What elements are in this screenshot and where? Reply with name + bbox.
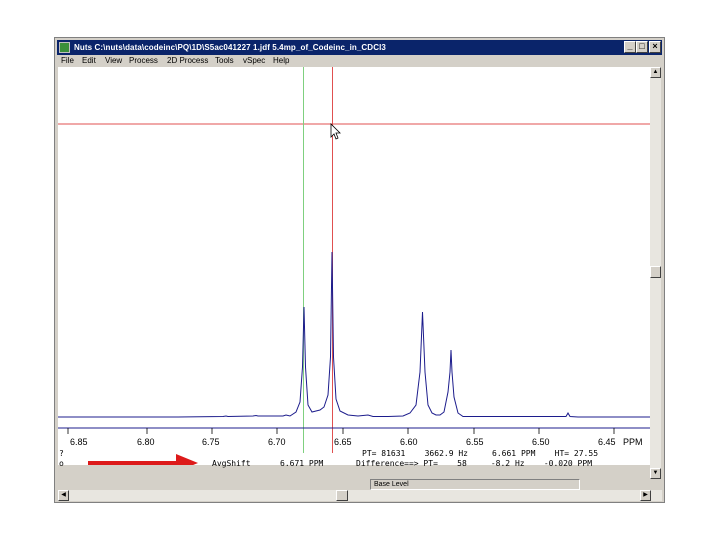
axis-tick-marks (67, 428, 615, 434)
axis-tick-label: 6.65 (334, 437, 352, 447)
scroll-up-arrow-icon[interactable]: ▲ (650, 67, 661, 78)
avg-shift-value: 6.671 PPM (280, 459, 324, 468)
scroll-right-arrow-icon[interactable]: ▶ (640, 490, 651, 501)
vertical-scroll-thumb[interactable] (650, 266, 661, 278)
menu-file[interactable]: File (61, 56, 74, 65)
axis-tick-label: 6.50 (532, 437, 550, 447)
axis-tick-label: 6.60 (400, 437, 418, 447)
maximize-button[interactable]: □ (636, 41, 648, 53)
avg-shift-label: AvgShift (212, 459, 251, 468)
menu-vspec[interactable]: vSpec (243, 56, 265, 65)
title-bar[interactable]: Nuts C:\nuts\data\codeinc\PQ\1D\S5ac0412… (57, 40, 662, 55)
horizontal-scrollbar[interactable]: ◀ ▶ (58, 490, 662, 501)
red-arrow-head (176, 454, 198, 472)
difference-readout: Difference==> PT= 58 -8.2 Hz -0.020 PPM (356, 459, 593, 468)
axis-tick-label: 6.45 (598, 437, 616, 447)
vertical-scrollbar[interactable]: ▲ ▼ (650, 67, 661, 479)
axis-tick-label: 6.70 (268, 437, 286, 447)
app-icon[interactable] (59, 42, 70, 53)
cursor-point-readout: PT= 81631 3662.9 Hz 6.661 PPM HT= 27.55 (362, 449, 599, 458)
menu-tools[interactable]: Tools (215, 56, 234, 65)
spectrum-plot-area[interactable]: 6.85 6.80 6.75 6.70 6.65 6.60 6.55 6.50 … (58, 67, 650, 472)
axis-tick-label: 6.85 (70, 437, 88, 447)
menu-2d-process[interactable]: 2D Process (167, 56, 208, 65)
axis-tick-label: 6.75 (202, 437, 220, 447)
menu-view[interactable]: View (105, 56, 122, 65)
minimize-button[interactable]: _ (624, 41, 636, 53)
spectrum-svg[interactable] (58, 67, 650, 472)
menu-process[interactable]: Process (129, 56, 158, 65)
prompt-marker-o: o (59, 459, 64, 468)
horizontal-scroll-thumb[interactable] (336, 490, 348, 501)
axis-unit-label: PPM (623, 437, 643, 447)
scroll-left-arrow-icon[interactable]: ◀ (58, 490, 69, 501)
axis-tick-label: 6.80 (137, 437, 155, 447)
axis-tick-label: 6.55 (466, 437, 484, 447)
prompt-marker-question: ? (59, 449, 64, 458)
nuts-window: Nuts C:\nuts\data\codeinc\PQ\1D\S5ac0412… (54, 37, 665, 503)
close-button[interactable]: × (649, 41, 661, 53)
scroll-down-arrow-icon[interactable]: ▼ (650, 468, 661, 479)
window-title: Nuts C:\nuts\data\codeinc\PQ\1D\S5ac0412… (74, 43, 386, 52)
status-field-base-level: Base Level (370, 479, 580, 490)
nmr-spectrum-trace (58, 251, 650, 418)
menu-help[interactable]: Help (273, 56, 289, 65)
menu-bar: File Edit View Process 2D Process Tools … (57, 55, 662, 67)
menu-edit[interactable]: Edit (82, 56, 96, 65)
status-bar: Base Level (58, 479, 650, 490)
